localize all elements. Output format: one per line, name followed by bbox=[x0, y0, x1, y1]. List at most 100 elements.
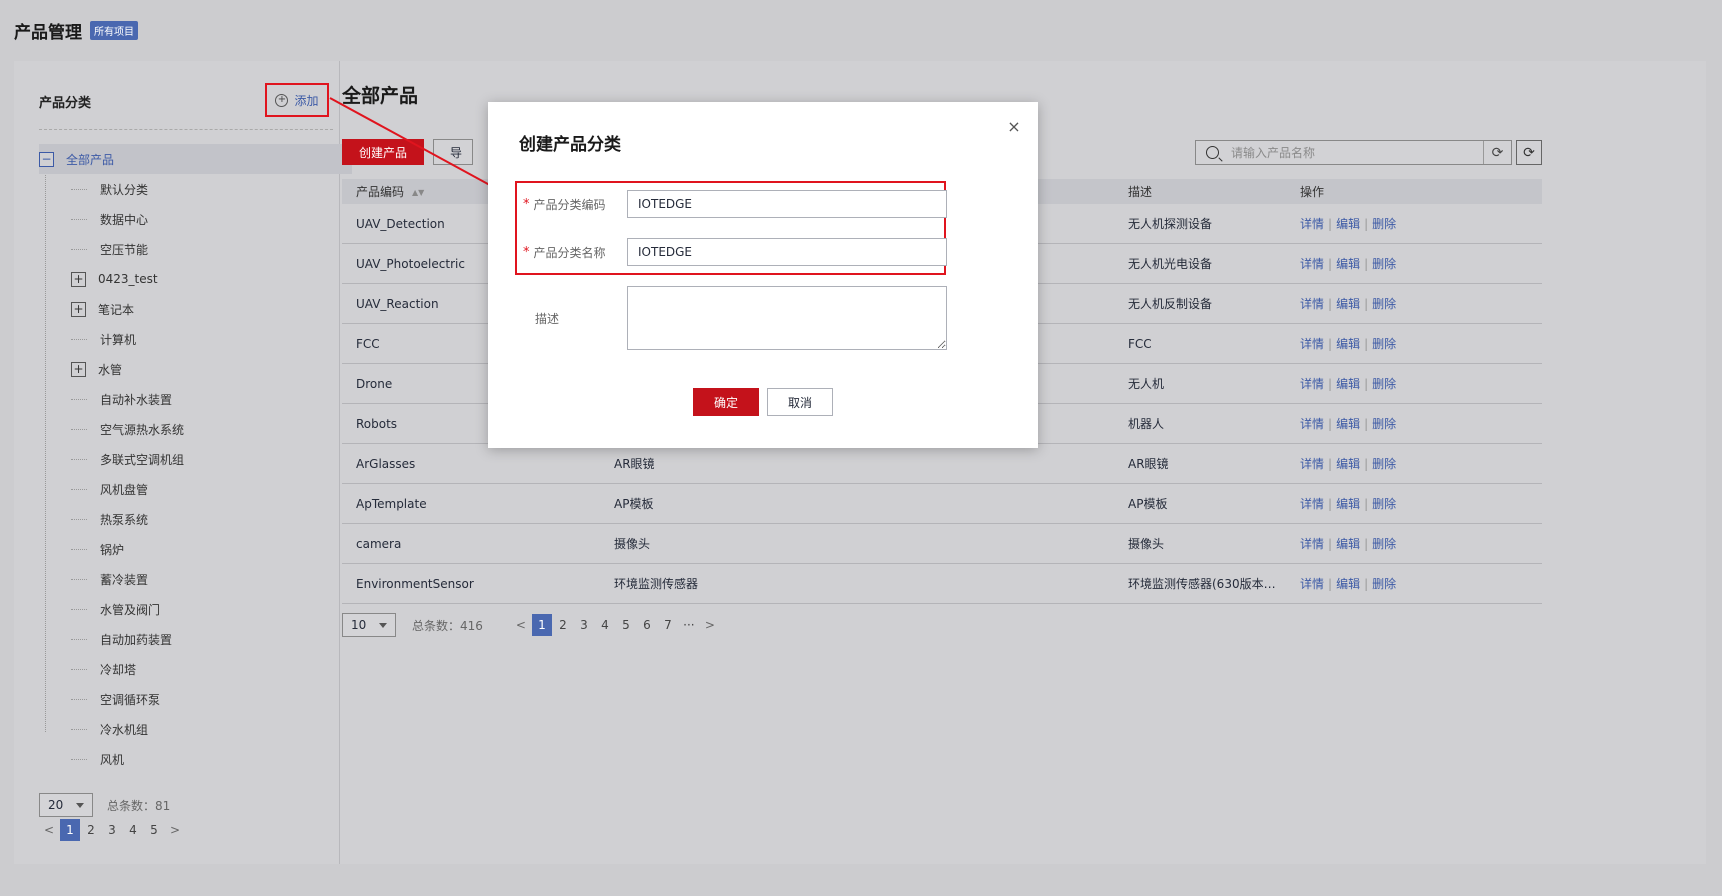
op-separator: | bbox=[1328, 257, 1333, 271]
detail-link[interactable]: 详情 bbox=[1300, 377, 1324, 391]
detail-link[interactable]: 详情 bbox=[1300, 257, 1324, 271]
delete-link[interactable]: 删除 bbox=[1372, 577, 1396, 591]
detail-link[interactable]: 详情 bbox=[1300, 217, 1324, 231]
page-number[interactable]: 2 bbox=[81, 819, 101, 841]
page-number[interactable]: 6 bbox=[637, 614, 657, 636]
sort-icon[interactable]: ▲▼ bbox=[412, 188, 424, 197]
project-badge[interactable]: 所有项目 bbox=[90, 20, 138, 40]
tree-root-label: 全部产品 bbox=[66, 152, 115, 167]
tree-item[interactable]: 数据中心 bbox=[39, 204, 352, 234]
tree-item-label: 默认分类 bbox=[100, 182, 149, 197]
delete-link[interactable]: 删除 bbox=[1372, 257, 1396, 271]
tree-item[interactable]: 空调循环泵 bbox=[39, 684, 352, 714]
page-number[interactable]: 4 bbox=[123, 819, 143, 841]
tree-item[interactable]: 默认分类 bbox=[39, 174, 352, 204]
tree-item[interactable]: 冷水机组 bbox=[39, 714, 352, 744]
edit-link[interactable]: 编辑 bbox=[1336, 457, 1360, 471]
edit-link[interactable]: 编辑 bbox=[1336, 377, 1360, 391]
expand-icon[interactable]: + bbox=[71, 301, 86, 317]
tree-item[interactable]: 风机盘管 bbox=[39, 474, 352, 504]
search-refresh-icon[interactable]: ⟳ bbox=[1483, 141, 1511, 164]
tree-item[interactable]: 锅炉 bbox=[39, 534, 352, 564]
description-cell: FCC bbox=[1128, 336, 1152, 351]
op-separator: | bbox=[1364, 377, 1369, 391]
collapse-icon[interactable]: − bbox=[39, 151, 54, 167]
page-number[interactable]: 5 bbox=[144, 819, 164, 841]
tree-item[interactable]: 水管及阀门 bbox=[39, 594, 352, 624]
tree-item[interactable]: 蓄冷装置 bbox=[39, 564, 352, 594]
category-code-input[interactable] bbox=[627, 190, 947, 218]
cancel-button[interactable]: 取消 bbox=[767, 388, 833, 416]
op-separator: | bbox=[1364, 257, 1369, 271]
page-number[interactable]: 1 bbox=[60, 819, 80, 841]
sidebar-page-size-select[interactable]: 20 bbox=[39, 793, 93, 817]
expand-icon[interactable]: + bbox=[71, 361, 86, 377]
tree-item[interactable]: 计算机 bbox=[39, 324, 352, 354]
delete-link[interactable]: 删除 bbox=[1372, 417, 1396, 431]
tree-item[interactable]: 自动补水装置 bbox=[39, 384, 352, 414]
tree-item[interactable]: 空气源热水系统 bbox=[39, 414, 352, 444]
delete-link[interactable]: 删除 bbox=[1372, 337, 1396, 351]
edit-link[interactable]: 编辑 bbox=[1336, 417, 1360, 431]
create-product-button[interactable]: 创建产品 bbox=[342, 139, 424, 165]
category-name-input[interactable] bbox=[627, 238, 947, 266]
confirm-button[interactable]: 确定 bbox=[693, 388, 759, 416]
tree-item[interactable]: +0423_test bbox=[39, 264, 352, 294]
detail-link[interactable]: 详情 bbox=[1300, 457, 1324, 471]
detail-link[interactable]: 详情 bbox=[1300, 497, 1324, 511]
tree-item-label: 计算机 bbox=[100, 332, 137, 347]
refresh-button[interactable]: ⟳ bbox=[1516, 140, 1542, 165]
delete-link[interactable]: 删除 bbox=[1372, 377, 1396, 391]
page-number[interactable]: 2 bbox=[553, 614, 573, 636]
delete-link[interactable]: 删除 bbox=[1372, 457, 1396, 471]
page-number[interactable]: 7 bbox=[658, 614, 678, 636]
edit-link[interactable]: 编辑 bbox=[1336, 497, 1360, 511]
tree-item[interactable]: 多联式空调机组 bbox=[39, 444, 352, 474]
delete-link[interactable]: 删除 bbox=[1372, 497, 1396, 511]
delete-link[interactable]: 删除 bbox=[1372, 537, 1396, 551]
tree-item[interactable]: + 水管 bbox=[39, 354, 352, 384]
search-input[interactable]: 请输入产品名称 bbox=[1231, 144, 1483, 161]
op-separator: | bbox=[1364, 297, 1369, 311]
tree-connector bbox=[71, 429, 87, 430]
detail-link[interactable]: 详情 bbox=[1300, 337, 1324, 351]
page-number[interactable]: 3 bbox=[574, 614, 594, 636]
edit-link[interactable]: 编辑 bbox=[1336, 337, 1360, 351]
edit-link[interactable]: 编辑 bbox=[1336, 257, 1360, 271]
detail-link[interactable]: 详情 bbox=[1300, 577, 1324, 591]
tree-root-all-products[interactable]: − 全部产品 bbox=[39, 144, 352, 174]
edit-link[interactable]: 编辑 bbox=[1336, 537, 1360, 551]
edit-link[interactable]: 编辑 bbox=[1336, 577, 1360, 591]
expand-icon[interactable]: + bbox=[71, 271, 86, 287]
main-page-size-select[interactable]: 10 bbox=[342, 613, 396, 637]
delete-link[interactable]: 删除 bbox=[1372, 217, 1396, 231]
product-search[interactable]: 请输入产品名称 ⟳ bbox=[1195, 140, 1512, 165]
edit-link[interactable]: 编辑 bbox=[1336, 217, 1360, 231]
prev-page-icon[interactable]: < bbox=[39, 819, 59, 841]
prev-page-icon[interactable]: < bbox=[511, 614, 531, 636]
tree-item[interactable]: + 笔记本 bbox=[39, 294, 352, 324]
page-number[interactable]: 5 bbox=[616, 614, 636, 636]
category-tree: − 全部产品 默认分类 数据中心 空压节能 +0423_test + 笔记本 计算机 + 水管自… bbox=[39, 144, 352, 774]
edit-link[interactable]: 编辑 bbox=[1336, 297, 1360, 311]
detail-link[interactable]: 详情 bbox=[1300, 417, 1324, 431]
next-page-icon[interactable]: > bbox=[700, 614, 720, 636]
page-number[interactable]: 4 bbox=[595, 614, 615, 636]
detail-link[interactable]: 详情 bbox=[1300, 537, 1324, 551]
next-page-icon[interactable]: > bbox=[165, 819, 185, 841]
page-number[interactable]: 1 bbox=[531, 614, 552, 636]
page-number[interactable]: 3 bbox=[102, 819, 122, 841]
tree-item[interactable]: 风机 bbox=[39, 744, 352, 774]
close-icon[interactable]: × bbox=[1006, 117, 1022, 136]
description-textarea[interactable] bbox=[627, 286, 947, 350]
tree-item[interactable]: 自动加药装置 bbox=[39, 624, 352, 654]
delete-link[interactable]: 删除 bbox=[1372, 297, 1396, 311]
detail-link[interactable]: 详情 bbox=[1300, 297, 1324, 311]
tree-item[interactable]: 空压节能 bbox=[39, 234, 352, 264]
add-category-button[interactable]: + 添加 bbox=[265, 83, 329, 117]
tree-item[interactable]: 冷却塔 bbox=[39, 654, 352, 684]
tree-item[interactable]: 热泵系统 bbox=[39, 504, 352, 534]
secondary-button[interactable]: 导 bbox=[433, 139, 473, 165]
table-row: camera 摄像头 摄像头 详情 | 编辑 | 删除 bbox=[342, 524, 1542, 564]
page-ellipsis[interactable]: ··· bbox=[679, 614, 699, 636]
